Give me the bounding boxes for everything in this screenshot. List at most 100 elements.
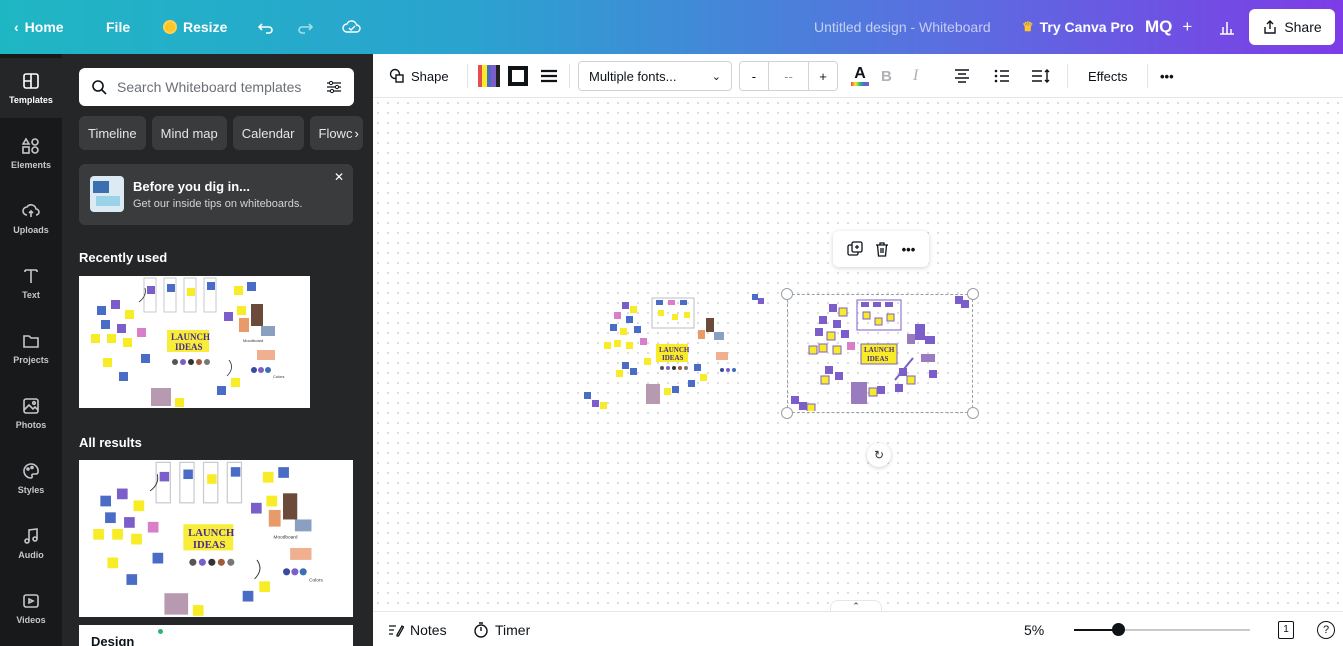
rail-item-videos[interactable]: Videos [0,578,62,638]
border-color-button[interactable] [508,54,528,98]
align-button[interactable] [953,54,971,98]
svg-text:LAUNCH: LAUNCH [171,332,210,342]
sticky-notes-cluster: LAUNCH IDEAS [584,294,764,409]
template-thumbnail-design[interactable]: Design [79,625,353,646]
more-icon[interactable]: ••• [902,242,916,257]
duplicate-icon[interactable] [847,241,863,257]
rail-label: Styles [17,484,45,495]
design-card-label: Design [91,634,135,646]
whiteboard-content-left[interactable]: LAUNCH IDEAS [580,292,770,416]
palette-icon [23,462,39,479]
resize-handle-top-left[interactable] [781,288,793,300]
resize-handle-bottom-left[interactable] [781,407,793,419]
rail-item-elements[interactable]: Elements [0,123,62,183]
italic-button[interactable]: I [913,54,918,98]
font-size-value[interactable]: -- [767,62,810,90]
font-size-increase[interactable]: + [809,62,837,90]
notes-label: Notes [410,621,447,638]
save-status[interactable] [342,0,362,54]
page-count-button[interactable]: 1 [1278,612,1294,646]
list-button[interactable] [993,54,1011,98]
color-swatch-icon [478,65,501,87]
whiteboard-template-preview: LAUNCH IDEAS Moodboard Colors [91,277,285,407]
try-canva-pro-button[interactable]: ♛ Try Canva Pro [1022,0,1134,54]
help-button[interactable]: ? [1317,612,1335,646]
resize-handle-top-right[interactable] [967,288,979,300]
chip-calendar[interactable]: Calendar [232,116,304,150]
fill-color-button[interactable] [478,54,501,98]
rail-item-photos[interactable]: Photos [0,383,62,443]
rail-label: Photos [15,419,47,430]
shape-button[interactable]: Shape [389,54,449,98]
rail-item-text[interactable]: Text [0,253,62,313]
spacing-button[interactable] [1031,54,1051,98]
more-options-button[interactable]: ••• [1160,54,1174,98]
font-size-decrease[interactable]: - [740,62,768,90]
svg-text:Moodboard: Moodboard [274,534,298,540]
bold-label: B [881,67,892,85]
resize-button[interactable]: Resize [163,0,227,54]
svg-text:LAUNCH: LAUNCH [659,346,690,354]
chip-timeline[interactable]: Timeline [79,116,146,150]
rail-item-styles[interactable]: Styles [0,448,62,508]
text-color-button[interactable]: A [851,54,869,98]
border-style-icon [541,69,557,83]
timer-button[interactable]: Timer [473,612,530,646]
file-menu[interactable]: File [106,0,130,54]
rail-item-audio[interactable]: Audio [0,513,62,573]
redo-button[interactable] [296,0,314,54]
rail-item-projects[interactable]: Projects [0,318,62,378]
rotate-handle[interactable]: ↻ [867,443,891,467]
search-placeholder: Search Whiteboard templates [117,79,302,95]
zoom-slider-handle[interactable] [1112,623,1125,636]
add-collaborator-icon[interactable]: + [1182,17,1192,37]
undo-button[interactable] [257,0,275,54]
insights-button[interactable] [1218,0,1236,54]
editor-toolbar: Shape Multiple fonts... ⌄ - -- + A B I E… [373,54,1343,98]
rail-item-uploads[interactable]: Uploads [0,188,62,248]
upload-icon [22,203,40,217]
avatar[interactable]: MQ + [1145,0,1192,54]
font-family-value: Multiple fonts... [589,68,677,84]
try-pro-label: Try Canva Pro [1039,19,1134,35]
rail-item-templates[interactable]: Templates [0,58,62,118]
rail-label: Projects [13,354,49,365]
notes-icon [389,624,404,637]
filter-icon[interactable] [326,79,342,95]
bold-button[interactable]: B [881,54,892,98]
text-color-icon: A [851,66,869,86]
analytics-icon [1220,22,1234,35]
divider [467,64,468,88]
tip-card[interactable]: Before you dig in... Get our inside tips… [79,164,353,225]
notes-button[interactable]: Notes [388,612,447,646]
divider [569,64,570,88]
zoom-slider[interactable] [1074,623,1250,636]
resize-handle-bottom-right[interactable] [967,407,979,419]
left-rail: Templates Elements Uploads Text Projects… [0,54,62,646]
folder-icon [23,334,39,348]
rail-label: Videos [16,614,46,625]
font-family-select[interactable]: Multiple fonts... ⌄ [578,61,732,91]
border-style-button[interactable] [540,54,558,98]
template-thumbnail-recent[interactable]: LAUNCH IDEAS Moodboard Colors [79,276,310,408]
chip-mind-map[interactable]: Mind map [151,116,227,150]
search-input[interactable]: Search Whiteboard templates [79,68,354,106]
selection-frame[interactable] [787,294,973,413]
chevron-right-icon[interactable]: › [354,126,358,141]
chevron-down-icon: ⌄ [711,70,721,83]
close-icon[interactable]: ✕ [334,170,344,184]
redo-icon [298,23,314,34]
file-label: File [106,19,131,35]
help-icon: ? [1317,620,1335,639]
zoom-level[interactable]: 5% [1024,612,1044,646]
document-title[interactable]: Untitled design - Whiteboard [814,0,991,54]
chip-flowchart[interactable]: Flowc › [309,116,363,150]
template-thumbnail-result[interactable]: LAUNCH IDEAS Moodboard Colors [79,460,353,617]
home-button[interactable]: ‹ Home [14,0,64,54]
font-size-stepper[interactable]: - -- + [739,61,838,91]
effects-button[interactable]: Effects [1088,54,1128,98]
share-button[interactable]: Share [1249,9,1335,45]
top-bar: ‹ Home File Resize Untitled design - Whi… [0,0,1343,54]
trash-icon[interactable] [874,241,890,257]
music-icon [24,527,38,544]
